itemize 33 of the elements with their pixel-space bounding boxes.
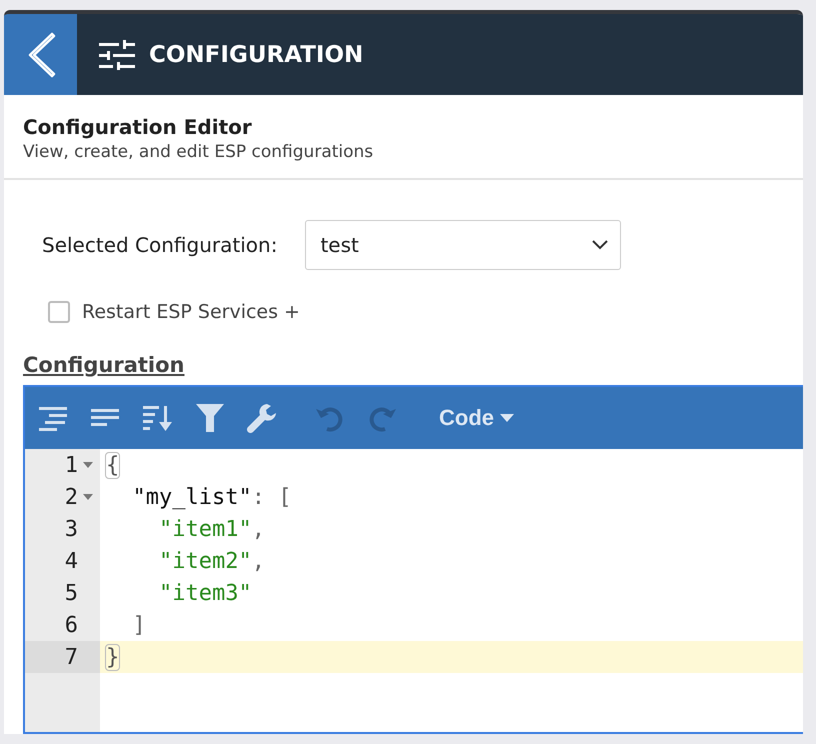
compact-icon[interactable] [91, 408, 121, 428]
code-line: "my_list": [ [131, 484, 292, 512]
line-number: 2 [64, 484, 79, 510]
section-subtitle: View, create, and edit ESP configurations [23, 142, 374, 162]
page-title: CONFIGURATION [149, 42, 364, 68]
fold-arrow-icon[interactable] [83, 494, 93, 500]
code-line: ] [131, 612, 147, 640]
field-label: Selected Configuration: [42, 233, 278, 257]
checkbox[interactable] [48, 301, 70, 323]
line-number: 5 [64, 580, 79, 606]
code-line: "item2", [158, 548, 266, 576]
section-title: Configuration [23, 353, 184, 377]
code-line: "item1", [158, 516, 266, 544]
format-icon[interactable] [39, 405, 69, 431]
sliders-icon [99, 40, 135, 70]
line-number: 7 [64, 644, 79, 670]
back-button[interactable] [4, 14, 77, 95]
code-line: { [105, 452, 120, 480]
fold-arrow-icon[interactable] [83, 462, 93, 468]
caret-icon [500, 414, 514, 422]
section-heading: Configuration Editor [23, 115, 253, 139]
configuration-dropdown[interactable]: test [305, 220, 622, 270]
chevron-down-icon [592, 240, 608, 250]
sort-icon[interactable] [143, 404, 173, 432]
line-number: 1 [64, 452, 79, 478]
mode-dropdown[interactable]: Code [439, 405, 514, 431]
code-line: "item3" [158, 580, 253, 608]
line-number: 4 [64, 548, 79, 574]
line-number: 3 [64, 516, 79, 542]
filter-icon[interactable] [195, 403, 225, 433]
checkbox-label: Restart ESP Services + [82, 301, 300, 323]
wrench-icon[interactable] [247, 403, 277, 433]
line-number: 6 [64, 612, 79, 638]
